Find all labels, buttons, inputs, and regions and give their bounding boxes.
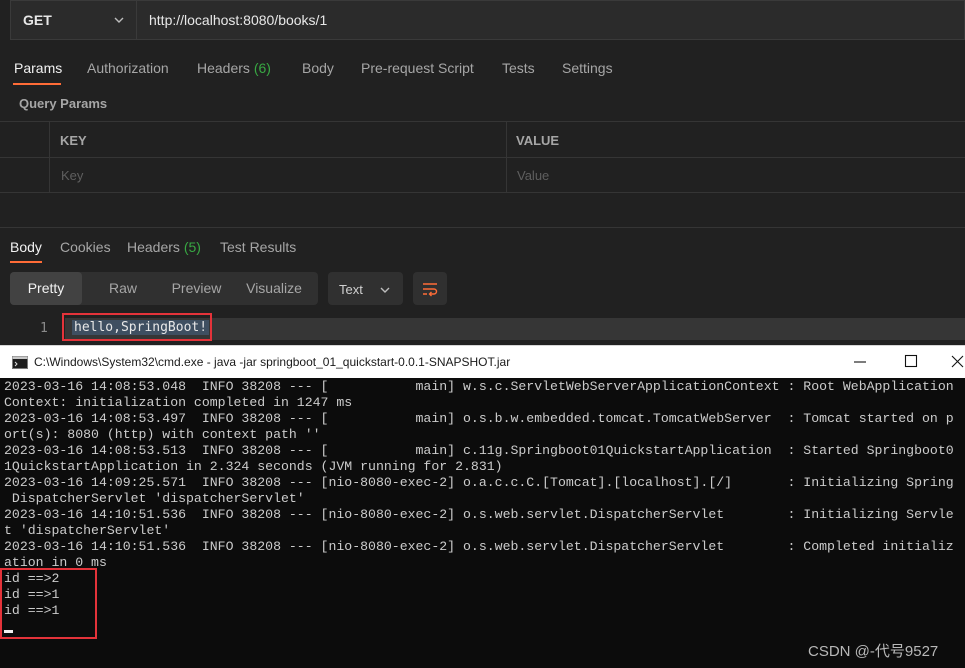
tab-label: Pre-request Script: [361, 60, 474, 76]
response-tab-body[interactable]: Body: [10, 239, 42, 255]
key-input[interactable]: Key: [61, 168, 83, 183]
response-tab-test-results[interactable]: Test Results: [220, 239, 296, 255]
pane-divider[interactable]: [0, 227, 965, 228]
wrap-lines-icon: [423, 283, 438, 297]
view-visualize-button[interactable]: Visualize: [235, 272, 313, 305]
postman-panel: GET http://localhost:8080/books/1 Params…: [0, 0, 965, 345]
console-line: 1QuickstartApplication in 2.324 seconds …: [4, 459, 503, 474]
tab-label: Params: [14, 60, 63, 76]
annotation-box: [0, 568, 97, 639]
tab-tests[interactable]: Tests: [502, 60, 535, 76]
query-params-title: Query Params: [19, 96, 108, 111]
close-icon[interactable]: [950, 354, 965, 369]
tab-label: Settings: [562, 60, 613, 76]
url-input[interactable]: http://localhost:8080/books/1: [149, 12, 327, 28]
tab-settings[interactable]: Settings: [562, 60, 613, 76]
tab-label: Headers: [127, 239, 180, 255]
minimize-icon[interactable]: [852, 354, 868, 370]
console-line: ort(s): 8080 (http) with context path '': [4, 427, 321, 442]
view-raw-button[interactable]: Raw: [82, 272, 164, 305]
active-tab-indicator: [10, 261, 42, 263]
console-line: 2023-03-16 14:08:53.497 INFO 38208 --- […: [4, 411, 954, 426]
console-line: Context: initialization completed in 124…: [4, 395, 353, 410]
console-output[interactable]: 2023-03-16 14:08:53.048 INFO 38208 --- […: [0, 378, 965, 668]
view-preview-button[interactable]: Preview: [164, 272, 229, 305]
annotation-box: [62, 313, 212, 341]
tab-label: Authorization: [87, 60, 169, 76]
window-title: C:\Windows\System32\cmd.exe - java -jar …: [34, 355, 511, 369]
tab-label: Tests: [502, 60, 535, 76]
watermark: CSDN @-代号9527: [808, 643, 939, 660]
key-column-header: KEY: [60, 133, 87, 148]
method-label: GET: [23, 12, 52, 28]
maximize-icon[interactable]: [904, 354, 918, 368]
chevron-down-icon: [114, 17, 124, 23]
headers-count: (5): [183, 239, 201, 255]
console-icon: [12, 356, 28, 369]
format-select[interactable]: Text: [328, 272, 403, 305]
tab-label: Headers: [197, 60, 250, 76]
tab-body[interactable]: Body: [302, 60, 334, 76]
headers-count: (6): [253, 60, 271, 76]
console-line: 2023-03-16 14:10:51.536 INFO 38208 --- […: [4, 539, 954, 554]
tab-authorization[interactable]: Authorization: [87, 60, 169, 76]
view-pretty-button[interactable]: Pretty: [10, 272, 82, 305]
query-params-table: KEY VALUE Key Value: [0, 121, 965, 193]
cmd-titlebar[interactable]: C:\Windows\System32\cmd.exe - java -jar …: [0, 345, 965, 378]
console-line: 2023-03-16 14:09:25.571 INFO 38208 --- […: [4, 475, 954, 490]
console-line: 2023-03-16 14:08:53.048 INFO 38208 --- […: [4, 379, 954, 394]
response-tab-cookies[interactable]: Cookies: [60, 239, 111, 255]
value-column-header: VALUE: [516, 133, 560, 148]
response-tab-headers[interactable]: Headers (5): [127, 239, 201, 255]
tab-label: Test Results: [220, 239, 297, 255]
table-divider: [506, 122, 507, 193]
line-number: 1: [40, 321, 48, 336]
method-select[interactable]: GET: [11, 1, 137, 39]
tab-label: Body: [10, 239, 42, 255]
console-line: t 'dispatcherServlet': [4, 523, 171, 538]
tab-headers[interactable]: Headers (6): [197, 60, 271, 76]
console-line: DispatcherServlet 'dispatcherServlet': [4, 491, 305, 506]
tab-label: Cookies: [60, 239, 111, 255]
value-input[interactable]: Value: [517, 168, 549, 183]
chevron-down-icon: [380, 287, 390, 293]
table-divider: [0, 157, 965, 158]
console-line: 2023-03-16 14:10:51.536 INFO 38208 --- […: [4, 507, 954, 522]
wrap-lines-button[interactable]: [413, 272, 447, 305]
tab-pre-request-script[interactable]: Pre-request Script: [361, 60, 474, 76]
console-line: 2023-03-16 14:08:53.513 INFO 38208 --- […: [4, 443, 954, 458]
table-divider: [49, 122, 50, 193]
view-mode-group: Pretty Raw Preview Visualize: [10, 272, 318, 305]
tab-params[interactable]: Params: [14, 60, 62, 76]
format-label: Text: [339, 282, 363, 297]
tab-label: Body: [302, 60, 334, 76]
active-tab-indicator: [13, 83, 61, 85]
url-bar: GET http://localhost:8080/books/1: [10, 0, 965, 40]
